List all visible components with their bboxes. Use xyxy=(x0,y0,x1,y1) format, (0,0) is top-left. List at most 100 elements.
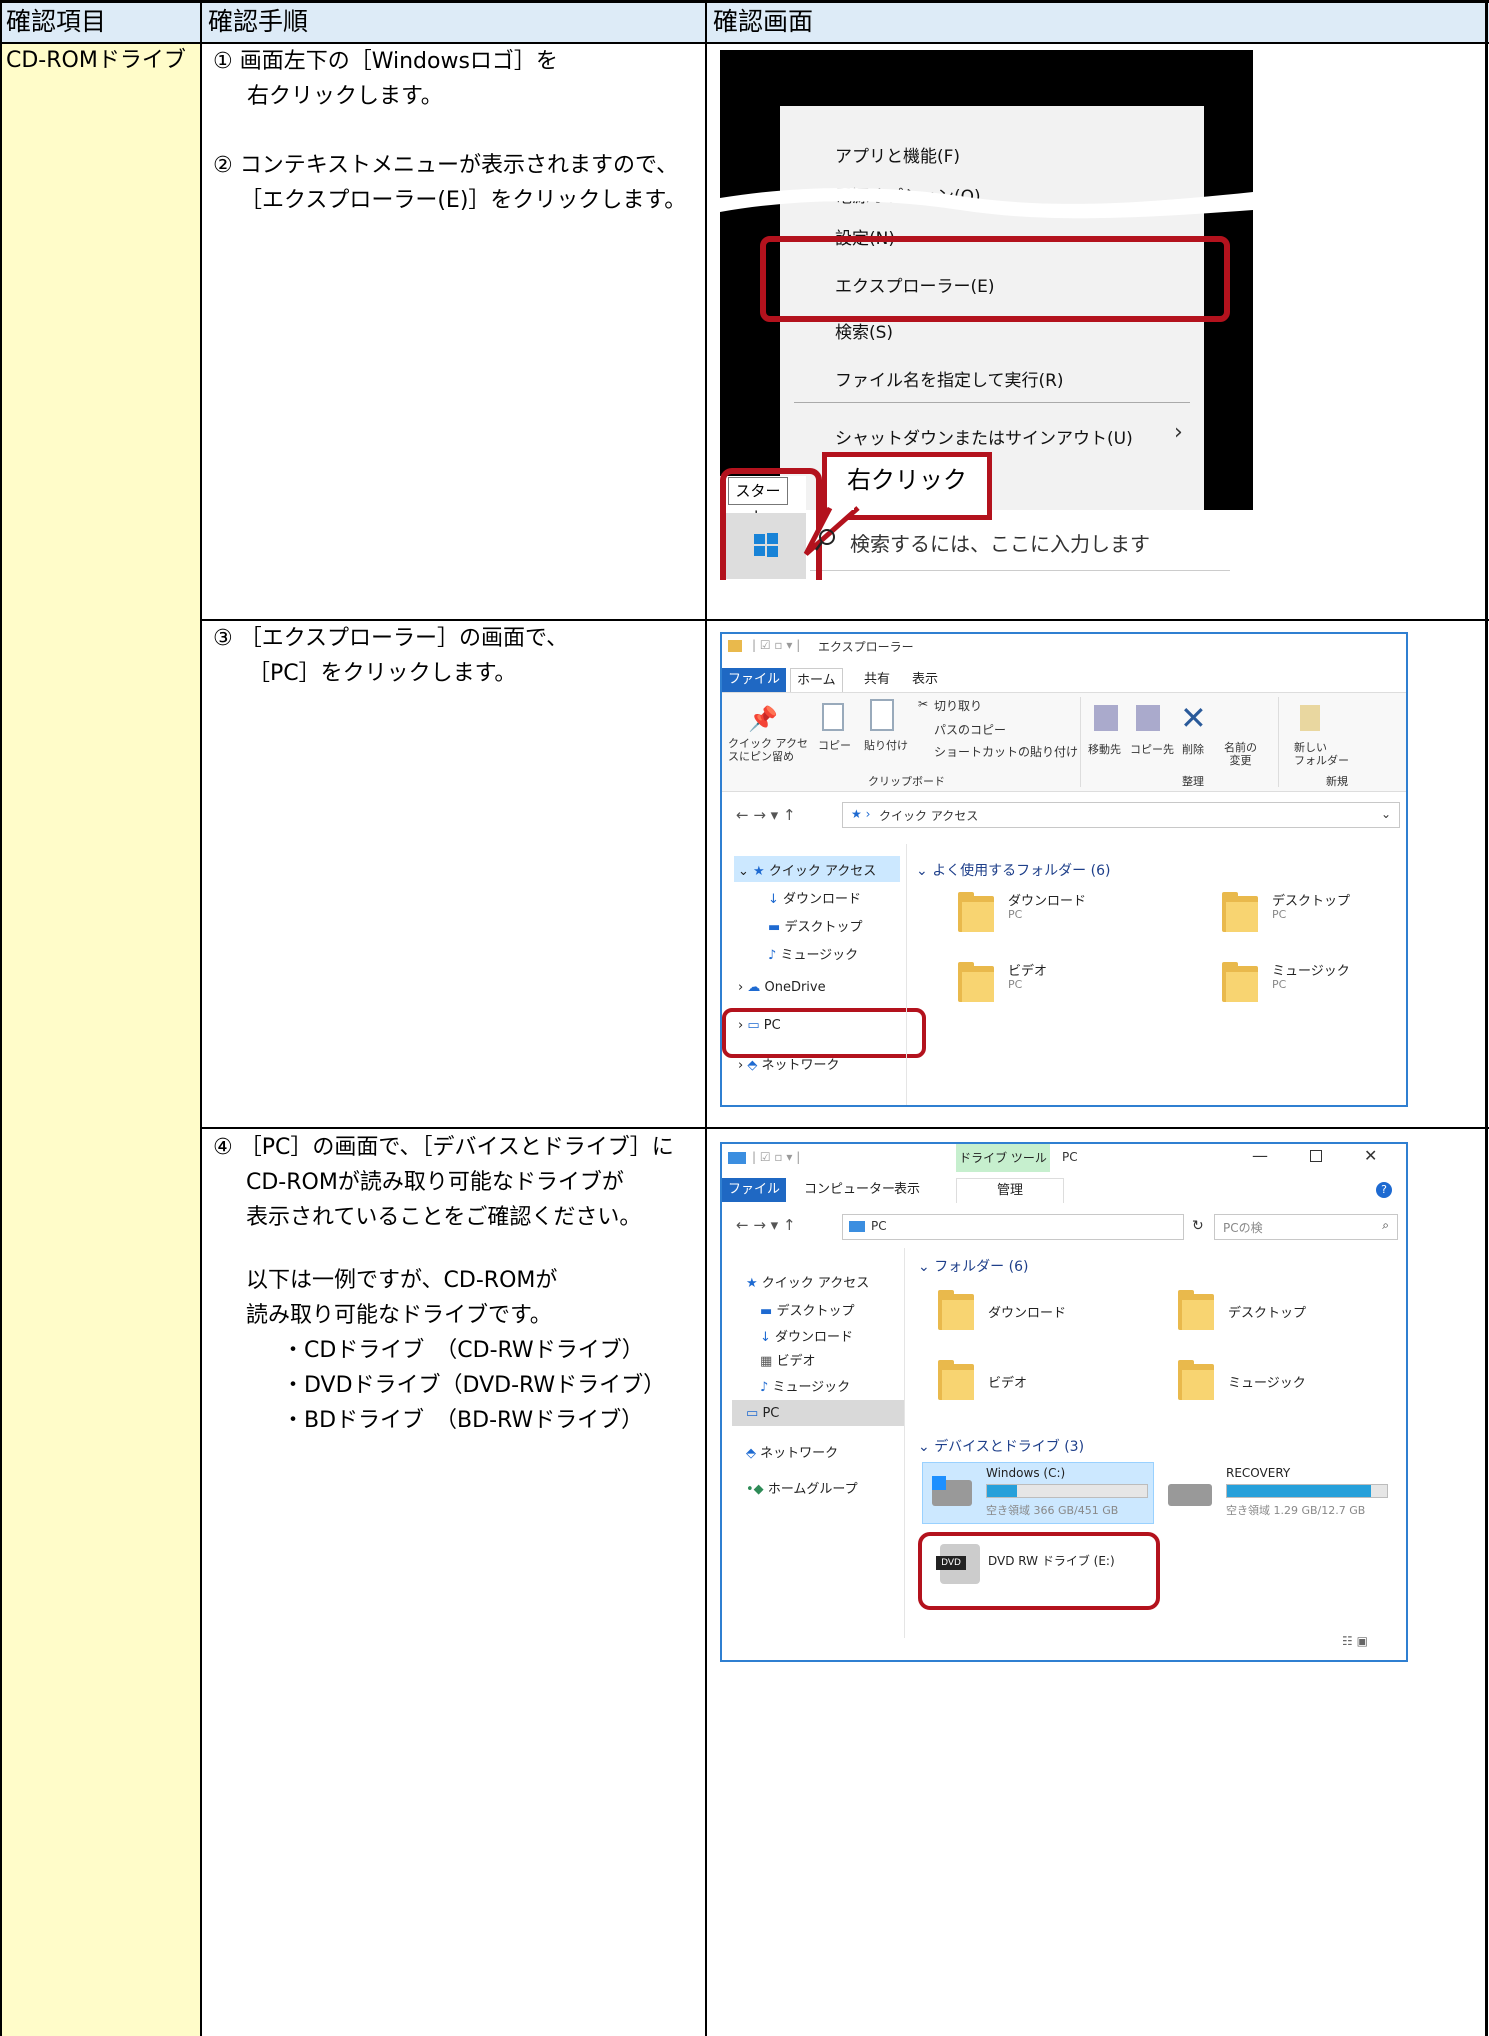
section-folders: ⌄ フォルダー (6) xyxy=(918,1259,1029,1275)
step4-line8: ・BDドライブ （BD-RWドライブ） xyxy=(282,1408,644,1433)
folder-music[interactable]: ミュージック xyxy=(1272,960,1350,979)
grid-line xyxy=(705,0,707,2036)
step4-line4: 以下は一例ですが、CD-ROMが xyxy=(246,1268,558,1293)
drive-c-usage-bar xyxy=(986,1484,1148,1498)
paste-icon xyxy=(870,699,894,731)
drive-recovery-usage-fill xyxy=(1227,1485,1371,1497)
chevron-down-icon[interactable]: ⌄ xyxy=(1381,807,1391,821)
section-devices-label: デバイスとドライブ (3) xyxy=(934,1439,1085,1455)
ribbon-delete[interactable]: 削除 xyxy=(1182,741,1204,757)
nav-desktop[interactable]: ▬ デスクトップ xyxy=(760,1300,854,1319)
drive-icon xyxy=(1168,1484,1212,1506)
ribbon-copy-path[interactable]: パスのコピー xyxy=(934,721,1006,738)
ribbon-cut[interactable]: 切り取り xyxy=(934,697,982,714)
ribbon-copy-to[interactable]: コピー先 xyxy=(1130,741,1174,757)
address-bar[interactable]: PC xyxy=(842,1214,1184,1240)
nav-homegroup[interactable]: •◆ ホームグループ xyxy=(746,1478,858,1497)
search-box[interactable]: PCの検 ⌕ xyxy=(1214,1214,1398,1240)
nav-music-label: ミュージック xyxy=(772,1380,851,1395)
tab-file[interactable]: ファイル xyxy=(722,1178,787,1202)
nav-arrows[interactable]: ← → ▾ ↑ xyxy=(736,1216,796,1234)
address-text: クイック アクセス xyxy=(879,809,979,823)
nav-desktop-label: デスクトップ xyxy=(784,920,863,935)
highlight-explorer xyxy=(760,236,1230,322)
nav-homegroup-label: ホームグループ xyxy=(767,1482,858,1497)
folder-desktop[interactable]: デスクトップ xyxy=(1228,1302,1306,1321)
nav-network-label: ネットワーク xyxy=(761,1058,840,1073)
folder-icon xyxy=(1178,1360,1214,1400)
nav-desktop[interactable]: ▬ デスクトップ xyxy=(768,916,862,935)
address-bar[interactable]: ★ › クイック アクセス ⌄ xyxy=(842,802,1400,828)
folder-downloads[interactable]: ダウンロード xyxy=(1008,890,1086,909)
tab-home[interactable]: ホーム xyxy=(790,668,843,693)
window-title: PC xyxy=(1062,1150,1078,1164)
menu-divider xyxy=(794,402,1190,403)
menu-item-shutdown[interactable]: シャットダウンまたはサインアウト(U) xyxy=(835,424,1133,449)
quick-toolbar: | ☑ ▫ ▾ | xyxy=(752,638,801,652)
nav-quick-access-label: クイック アクセス xyxy=(768,864,877,879)
nav-music[interactable]: ♪ ミュージック xyxy=(768,944,858,963)
close-icon[interactable]: ✕ xyxy=(1364,1146,1377,1165)
nav-arrows[interactable]: ← → ▾ ↑ xyxy=(736,806,796,824)
help-icon[interactable]: ? xyxy=(1376,1182,1392,1198)
nav-music[interactable]: ♪ ミュージック xyxy=(760,1376,850,1395)
minimize-icon[interactable]: — xyxy=(1252,1146,1268,1165)
grid-line xyxy=(0,0,1489,3)
folder-videos[interactable]: ビデオ xyxy=(988,1372,1027,1391)
folder-videos[interactable]: ビデオ xyxy=(1008,960,1047,979)
folder-icon xyxy=(958,962,994,1002)
tab-share[interactable]: 共有 xyxy=(858,668,896,692)
nav-videos[interactable]: ▦ ビデオ xyxy=(760,1350,815,1369)
section-frequent-label: よく使用するフォルダー (6) xyxy=(932,863,1111,879)
nav-network-label: ネットワーク xyxy=(760,1446,839,1461)
ribbon-paste[interactable]: 貼り付け xyxy=(864,737,908,753)
new-folder-icon xyxy=(1300,705,1320,731)
step1-line1: ① 画面左下の［Windowsロゴ］を xyxy=(213,49,558,74)
tab-computer[interactable]: コンピューター xyxy=(798,1178,901,1202)
folder-icon xyxy=(1222,892,1258,932)
header-screen: 確認画面 xyxy=(713,7,814,36)
ribbon-paste-shortcut[interactable]: ショートカットの貼り付け xyxy=(934,743,1078,760)
nav-pc[interactable]: ▭ PC xyxy=(746,1406,779,1421)
nav-downloads-label: ダウンロード xyxy=(783,892,862,907)
folder-music[interactable]: ミュージック xyxy=(1228,1372,1306,1391)
address-text: PC xyxy=(871,1219,887,1233)
section-folders-label: フォルダー (6) xyxy=(934,1259,1029,1275)
folder-desktop[interactable]: デスクトップ xyxy=(1272,890,1350,909)
folder-desktop-sub: PC xyxy=(1272,908,1287,921)
ribbon-rename[interactable]: 名前の 変更 xyxy=(1224,741,1257,767)
delete-icon: ✕ xyxy=(1180,699,1207,737)
folder-downloads[interactable]: ダウンロード xyxy=(988,1302,1066,1321)
pc-icon xyxy=(849,1221,865,1232)
step1-line2: 右クリックします。 xyxy=(247,84,443,109)
nav-quick-access[interactable]: ⌄ ★ クイック アクセス xyxy=(738,860,876,879)
taskbar-search-placeholder[interactable]: 検索するには、ここに入力します xyxy=(850,528,1150,557)
nav-quick-access[interactable]: ★ クイック アクセス xyxy=(746,1272,869,1291)
nav-quick-access-label: クイック アクセス xyxy=(761,1276,870,1291)
ribbon-new-folder[interactable]: 新しい フォルダー xyxy=(1294,741,1349,767)
maximize-icon[interactable] xyxy=(1310,1150,1322,1162)
item-column xyxy=(0,44,201,2036)
tab-view[interactable]: 表示 xyxy=(888,1178,926,1202)
ribbon-copy[interactable]: コピー xyxy=(818,737,851,753)
drive-tools-label: ドライブ ツール xyxy=(956,1144,1050,1172)
cut-icon: ✂ xyxy=(918,697,929,711)
tab-manage[interactable]: 管理 xyxy=(956,1178,1064,1203)
menu-item-apps[interactable]: アプリと機能(F) xyxy=(835,142,960,167)
ribbon-move-to[interactable]: 移動先 xyxy=(1088,741,1121,757)
folder-icon xyxy=(938,1360,974,1400)
view-toggle-icon[interactable]: ☷ ▣ xyxy=(1342,1634,1368,1648)
grid-line xyxy=(0,0,2,2036)
tab-file[interactable]: ファイル xyxy=(722,668,787,692)
drive-recovery-name[interactable]: RECOVERY xyxy=(1226,1466,1290,1480)
nav-downloads[interactable]: ↓ ダウンロード xyxy=(768,888,861,907)
nav-downloads[interactable]: ↓ ダウンロード xyxy=(760,1326,853,1345)
tab-view[interactable]: 表示 xyxy=(906,668,944,692)
folder-videos-sub: PC xyxy=(1008,978,1023,991)
menu-item-run[interactable]: ファイル名を指定して実行(R) xyxy=(835,366,1064,391)
nav-network[interactable]: ⬘ ネットワーク xyxy=(746,1442,838,1461)
nav-onedrive[interactable]: › ☁ OneDrive xyxy=(738,980,826,995)
refresh-icon[interactable]: ↻ xyxy=(1192,1218,1204,1234)
section-frequent: ⌄ よく使用するフォルダー (6) xyxy=(916,863,1111,879)
ribbon-pin[interactable]: クイック アクセ スにピン留め xyxy=(728,737,808,763)
